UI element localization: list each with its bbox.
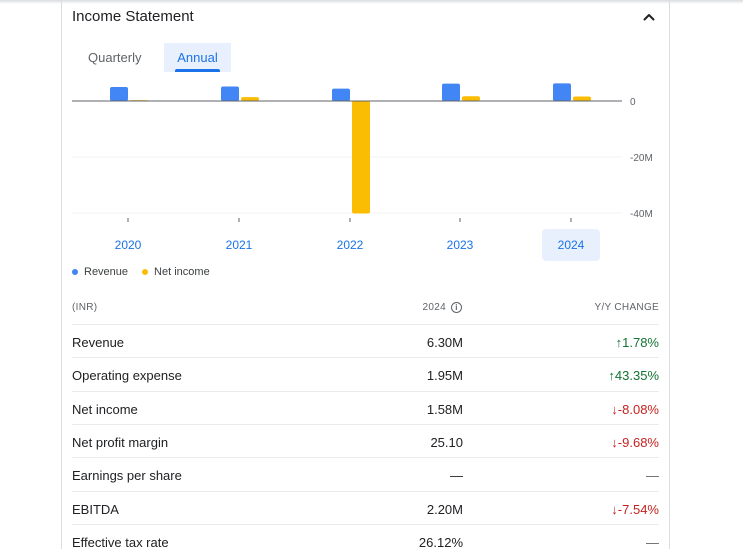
row-change: — bbox=[646, 535, 659, 549]
row-label: Revenue bbox=[72, 335, 125, 350]
row-change: ↑43.35% bbox=[608, 368, 659, 383]
legend-item-revenue: Revenue bbox=[72, 266, 128, 278]
legend-label-net-income: Net income bbox=[154, 266, 210, 278]
row-value: 26.12% bbox=[418, 535, 463, 549]
x-tick-label: 2023 bbox=[447, 238, 474, 252]
revenue-bar bbox=[442, 83, 460, 101]
chart-legend: Revenue Net income bbox=[72, 266, 210, 278]
x-tick-label: 2022 bbox=[337, 238, 364, 252]
table-header-change: Y/Y CHANGE bbox=[594, 302, 659, 313]
net-income-bar bbox=[241, 97, 259, 101]
revenue-bar bbox=[553, 83, 571, 101]
row-change: — bbox=[646, 468, 659, 483]
table-row: EBITDA 2.20M ↓-7.54% bbox=[72, 491, 659, 524]
row-change: ↑1.78% bbox=[615, 335, 659, 350]
net-income-dot-icon bbox=[142, 269, 149, 276]
net-income-bar bbox=[573, 96, 591, 101]
row-label: EBITDA bbox=[72, 502, 119, 517]
table-row: Net profit margin 25.10 ↓-9.68% bbox=[72, 424, 659, 457]
y-tick-label: 0 bbox=[630, 97, 636, 108]
row-label: Net income bbox=[72, 402, 138, 417]
revenue-dot-icon bbox=[72, 269, 78, 276]
table-row: Earnings per share — — bbox=[72, 457, 659, 490]
net-income-bar bbox=[352, 101, 370, 214]
row-label: Earnings per share bbox=[72, 468, 182, 483]
table-header-currency: (INR) bbox=[72, 302, 98, 313]
row-label: Operating expense bbox=[72, 368, 182, 383]
x-tick-label: 2024 bbox=[558, 238, 585, 252]
revenue-bar bbox=[332, 88, 350, 101]
table-row: Net income 1.58M ↓-8.08% bbox=[72, 391, 659, 424]
row-change: ↓-9.68% bbox=[611, 435, 659, 450]
x-tick-label: 2021 bbox=[226, 238, 253, 252]
table-row: Revenue 6.30M ↑1.78% bbox=[72, 324, 659, 357]
row-value: 1.95M bbox=[426, 368, 463, 383]
row-value: 1.58M bbox=[426, 402, 463, 417]
y-tick-label: -20M bbox=[630, 153, 653, 164]
row-label: Net profit margin bbox=[72, 435, 169, 450]
y-tick-label: -40M bbox=[630, 209, 653, 220]
row-value: 6.30M bbox=[426, 335, 463, 350]
row-change: ↓-8.08% bbox=[611, 402, 659, 417]
row-label: Effective tax rate bbox=[72, 535, 169, 549]
table-header-year: 2024 i bbox=[400, 302, 462, 313]
row-value: 25.10 bbox=[430, 435, 463, 450]
row-change: ↓-7.54% bbox=[611, 502, 659, 517]
table-row: Operating expense 1.95M ↑43.35% bbox=[72, 357, 659, 390]
table-row: Effective tax rate 26.12% — bbox=[72, 524, 659, 549]
income-chart: 0 -20M -40M 2020 2021 2022 2023 2024 bbox=[72, 83, 653, 252]
net-income-bar bbox=[462, 96, 480, 101]
revenue-bar bbox=[110, 87, 128, 101]
x-tick-label: 2020 bbox=[115, 238, 142, 252]
row-value: 2.20M bbox=[426, 502, 463, 517]
legend-label-revenue: Revenue bbox=[84, 266, 129, 278]
legend-item-net-income: Net income bbox=[142, 266, 210, 278]
row-value: — bbox=[450, 468, 463, 483]
table-header-year-label: 2024 bbox=[422, 302, 446, 313]
revenue-bar bbox=[221, 86, 239, 101]
info-icon[interactable]: i bbox=[451, 302, 462, 313]
